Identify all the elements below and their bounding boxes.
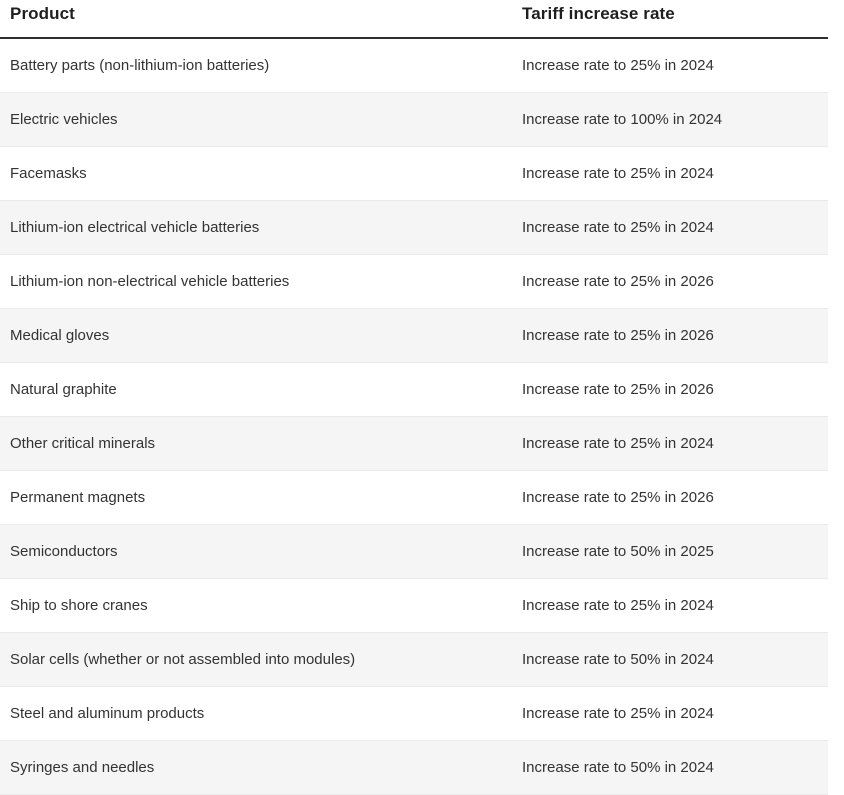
cell-product: Lithium-ion electrical vehicle batteries <box>0 200 511 255</box>
cell-tariff-increase-rate: Increase rate to 25% in 2026 <box>511 470 828 525</box>
table-row: Battery parts (non-lithium-ion batteries… <box>0 38 828 93</box>
cell-tariff-increase-rate: Increase rate to 25% in 2024 <box>511 200 828 255</box>
table-row: Ship to shore cranes Increase rate to 25%… <box>0 578 828 633</box>
cell-product: Semiconductors <box>0 524 511 579</box>
cell-tariff-increase-rate: Increase rate to 100% in 2024 <box>511 92 828 147</box>
cell-tariff-increase-rate: Increase rate to 25% in 2024 <box>511 686 828 741</box>
column-header-product: Product <box>0 0 511 39</box>
table-row: Permanent magnets Increase rate to 25% in… <box>0 470 828 525</box>
cell-product: Medical gloves <box>0 308 511 363</box>
table-row: Syringes and needles Increase rate to 50%… <box>0 740 828 795</box>
cell-tariff-increase-rate: Increase rate to 25% in 2024 <box>511 146 828 201</box>
cell-tariff-increase-rate: Increase rate to 50% in 2024 <box>511 632 828 687</box>
cell-product: Steel and aluminum products <box>0 686 511 741</box>
cell-product: Other critical minerals <box>0 416 511 471</box>
table-row: Natural graphite Increase rate to 25% in … <box>0 362 828 417</box>
table-row: Steel and aluminum products Increase rate… <box>0 686 828 741</box>
column-header-tariff-increase-rate: Tariff increase rate <box>511 0 828 39</box>
table-header-row: Product Tariff increase rate <box>0 0 828 39</box>
table-row: Semiconductors Increase rate to 50% in 20… <box>0 524 828 579</box>
cell-product: Natural graphite <box>0 362 511 417</box>
table-row: Electric vehicles Increase rate to 100% i… <box>0 92 828 147</box>
cell-product: Ship to shore cranes <box>0 578 511 633</box>
table-row: Lithium-ion non-electrical vehicle batte… <box>0 254 828 309</box>
table-row: Facemasks Increase rate to 25% in 2024 <box>0 146 828 201</box>
table-row: Solar cells (whether or not assembled in… <box>0 632 828 687</box>
table-row: Medical gloves Increase rate to 25% in 20… <box>0 308 828 363</box>
tariff-increase-table: Product Tariff increase rate Battery par… <box>0 0 828 795</box>
table-row: Lithium-ion electrical vehicle batteries… <box>0 200 828 255</box>
cell-tariff-increase-rate: Increase rate to 50% in 2024 <box>511 740 828 795</box>
cell-product: Battery parts (non-lithium-ion batteries… <box>0 38 511 93</box>
cell-product: Syringes and needles <box>0 740 511 795</box>
cell-product: Lithium-ion non-electrical vehicle batte… <box>0 254 511 309</box>
cell-tariff-increase-rate: Increase rate to 25% in 2026 <box>511 254 828 309</box>
table-body: Battery parts (non-lithium-ion batteries… <box>0 38 828 795</box>
cell-tariff-increase-rate: Increase rate to 25% in 2026 <box>511 308 828 363</box>
cell-tariff-increase-rate: Increase rate to 25% in 2026 <box>511 362 828 417</box>
cell-tariff-increase-rate: Increase rate to 25% in 2024 <box>511 38 828 93</box>
cell-product: Facemasks <box>0 146 511 201</box>
cell-product: Electric vehicles <box>0 92 511 147</box>
cell-tariff-increase-rate: Increase rate to 50% in 2025 <box>511 524 828 579</box>
cell-tariff-increase-rate: Increase rate to 25% in 2024 <box>511 578 828 633</box>
cell-product: Permanent magnets <box>0 470 511 525</box>
cell-product: Solar cells (whether or not assembled in… <box>0 632 511 687</box>
table-row: Other critical minerals Increase rate to … <box>0 416 828 471</box>
table-header: Product Tariff increase rate <box>0 0 828 39</box>
cell-tariff-increase-rate: Increase rate to 25% in 2024 <box>511 416 828 471</box>
